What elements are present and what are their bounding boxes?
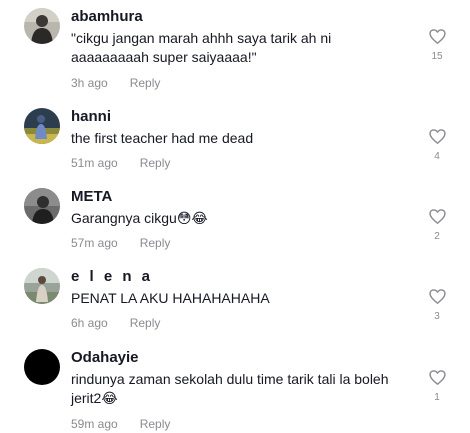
comment-text: the first teacher had me dead [71,130,254,146]
comment-item: Odahayie rindunya zaman sekolah dulu tim… [0,349,470,433]
comment-meta: 59m ago Reply [71,417,170,431]
comment-time: 57m ago [71,236,118,250]
avatar[interactable] [24,268,60,304]
like-control[interactable]: 1 [426,370,448,404]
comment-username[interactable]: META [71,188,112,206]
comment-meta: 51m ago Reply [71,156,170,170]
reply-button[interactable]: Reply [140,236,171,250]
comment-text: "cikgu jangan marah ahhh saya tarik ah n… [71,30,332,65]
comment-text: rindunya zaman sekolah dulu time tarik t… [71,371,389,406]
comment-item: META Garangnya cikgu😳😂 57m ago Reply 2 [0,188,470,258]
reply-button[interactable]: Reply [140,417,171,431]
comment-item: hanni the first teacher had me dead 51m … [0,108,470,178]
avatar[interactable] [24,8,60,44]
comment-meta: 6h ago Reply [71,316,160,330]
like-control[interactable]: 15 [426,29,448,63]
like-count: 2 [434,231,440,242]
reply-button[interactable]: Reply [140,156,171,170]
avatar-black-icon [24,349,60,385]
avatar-person-field-icon [24,108,60,144]
heart-icon[interactable] [428,129,446,144]
avatar-person-dark-icon [24,8,60,44]
heart-icon[interactable] [428,370,446,385]
comment-meta: 3h ago Reply [71,76,160,90]
reply-button[interactable]: Reply [130,316,161,330]
comment-username[interactable]: Odahayie [71,349,139,367]
reply-button[interactable]: Reply [130,76,161,90]
avatar-person-gray-icon [24,188,60,224]
comment-text: Garangnya cikgu😳😂 [71,210,208,226]
comment-meta: 57m ago Reply [71,236,170,250]
like-control[interactable]: 4 [426,129,448,163]
like-count: 1 [434,392,440,403]
comment-time: 3h ago [71,76,108,90]
like-control[interactable]: 2 [426,209,448,243]
comment-username[interactable]: hanni [71,108,111,126]
like-count: 3 [434,311,440,322]
avatar-person-outdoor-icon [24,268,60,304]
comment-time: 6h ago [71,316,108,330]
avatar[interactable] [24,349,60,385]
comment-username[interactable]: e l e n a [71,268,153,286]
avatar[interactable] [24,188,60,224]
comment-username[interactable]: abamhura [71,8,143,26]
avatar[interactable] [24,108,60,144]
comment-item: abamhura "cikgu jangan marah ahhh saya t… [0,8,470,98]
like-count: 15 [431,51,443,62]
comment-time: 59m ago [71,417,118,431]
comment-item: e l e n a PENAT LA AKU HAHAHAHAHA 6h ago… [0,268,470,338]
comment-text: PENAT LA AKU HAHAHAHAHA [71,290,270,306]
heart-icon[interactable] [428,209,446,224]
heart-icon[interactable] [428,29,446,44]
comment-time: 51m ago [71,156,118,170]
like-control[interactable]: 3 [426,289,448,323]
heart-icon[interactable] [428,289,446,304]
like-count: 4 [434,151,440,162]
